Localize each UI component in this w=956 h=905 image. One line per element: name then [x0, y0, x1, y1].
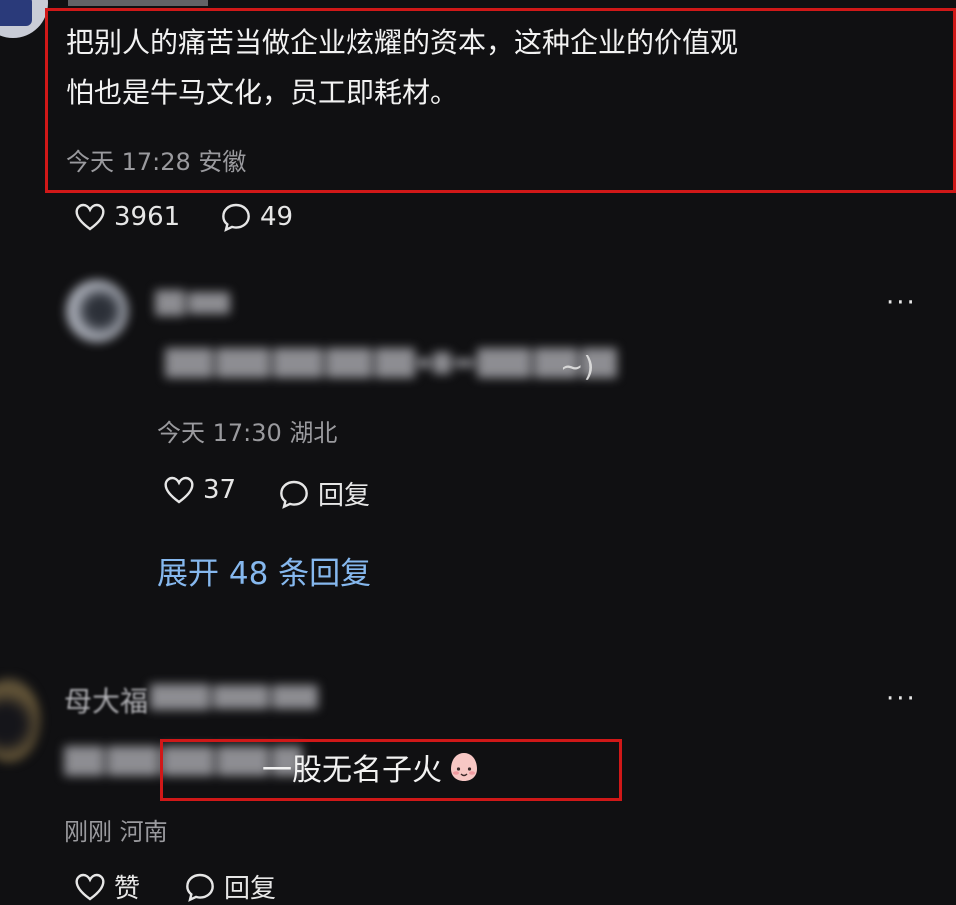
like-count: 3961 — [114, 202, 181, 232]
comment2-meta: 刚刚 河南 — [64, 818, 168, 846]
comment-bubble-icon — [280, 480, 308, 509]
like-label: 赞 — [114, 874, 141, 904]
reply-text-pixelated — [165, 348, 617, 378]
comment-text: 把别人的痛苦当做企业炫耀的资本，这种企业的价值观 怕也是牛马文化，员工即耗材。 — [66, 18, 738, 118]
heart-icon — [75, 873, 105, 900]
expand-replies-link[interactable]: 展开 48 条回复 — [157, 548, 371, 593]
blush-face-emoji-icon — [451, 753, 477, 781]
avatar[interactable] — [66, 280, 128, 342]
avatar[interactable] — [0, 678, 40, 762]
like-button[interactable]: 3961 — [74, 202, 180, 232]
heart-icon — [164, 476, 194, 504]
heart-icon — [75, 203, 105, 231]
comment2-reply-button[interactable]: 回复 — [184, 868, 276, 905]
more-options-icon[interactable]: ··· — [886, 288, 917, 318]
comment-bubble-icon — [222, 203, 250, 232]
comment-button[interactable]: 49 — [220, 202, 293, 232]
like-count: 37 — [203, 475, 237, 505]
commenter-name-pixelated — [150, 684, 318, 710]
reply-text-tail: ~) — [560, 350, 595, 383]
username-fragment — [68, 0, 208, 6]
comment-count: 49 — [260, 202, 294, 232]
reply-label: 回复 — [224, 874, 277, 904]
comment-text-line-2: 怕也是牛马文化，员工即耗材。 — [66, 76, 459, 109]
reply-meta: 今天 17:30 湖北 — [157, 419, 338, 447]
commenter-name-visible: 母大福 — [64, 685, 149, 718]
comment2-text-visible: 一股无名子火 — [262, 753, 442, 788]
more-options-icon[interactable]: ··· — [886, 684, 917, 714]
comment2-text: 一股无名子火 — [262, 745, 482, 789]
avatar[interactable] — [0, 0, 48, 38]
comment-bubble-icon — [186, 873, 214, 902]
reply-label: 回复 — [318, 481, 371, 511]
comment-text-line-1: 把别人的痛苦当做企业炫耀的资本，这种企业的价值观 — [66, 26, 739, 59]
comment-meta: 今天 17:28 安徽 — [66, 148, 247, 176]
reply-like-button[interactable]: 37 — [163, 475, 236, 505]
reply-username — [155, 290, 230, 316]
comment2-like-button[interactable]: 赞 — [74, 868, 140, 905]
commenter-name: 母大福 — [64, 680, 148, 720]
reply-button[interactable]: 回复 — [278, 475, 370, 512]
